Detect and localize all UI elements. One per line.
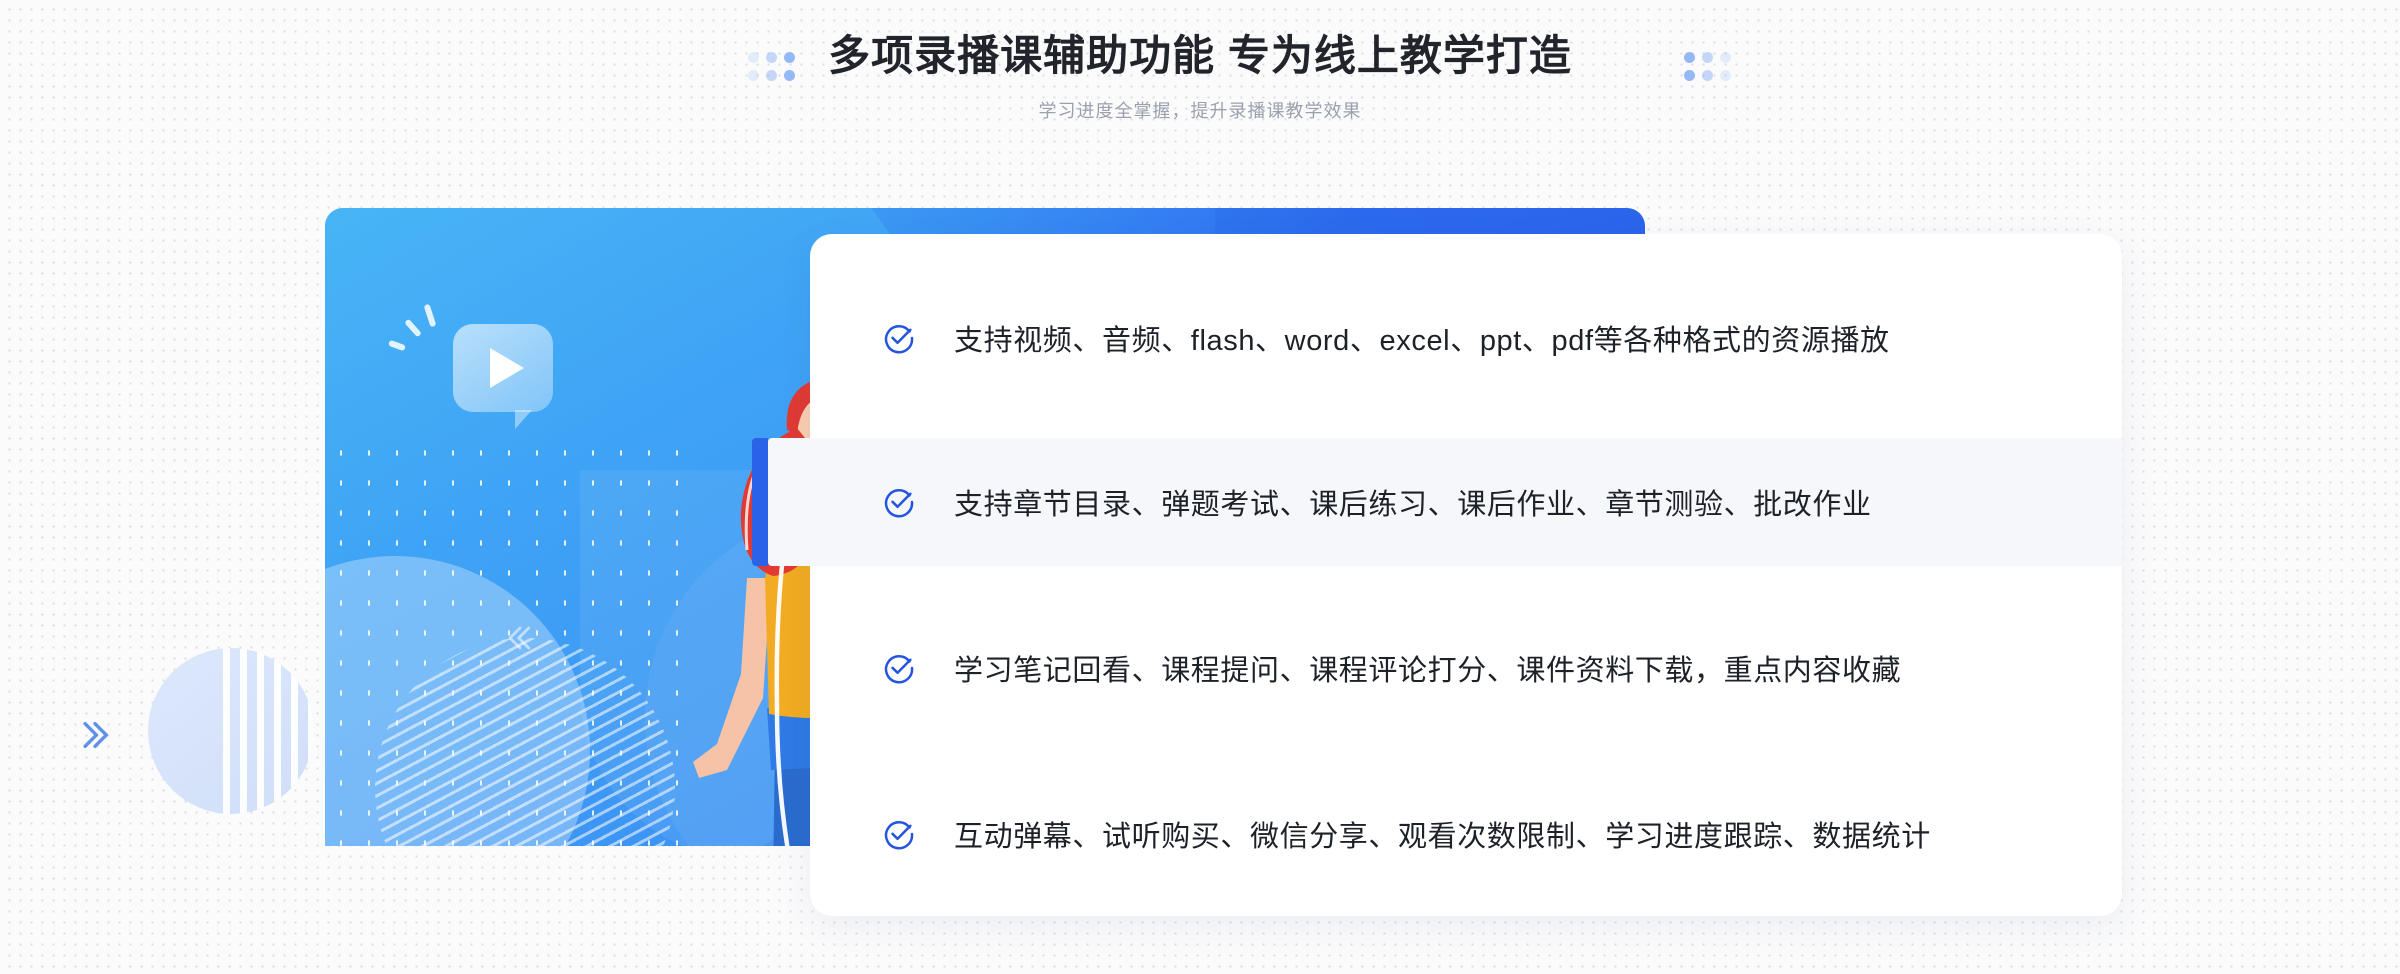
header: 多项录播课辅助功能 专为线上教学打造 学习进度全掌握，提升录播课教学效果: [0, 0, 2400, 123]
feature-row-2[interactable]: 支持章节目录、弹题考试、课后练习、课后作业、章节测验、批改作业: [752, 438, 2122, 566]
feature-row-text: 支持章节目录、弹题考试、课后练习、课后作业、章节测验、批改作业: [954, 489, 1872, 521]
feature-card: 支持视频、音频、flash、word、excel、ppt、pdf等各种格式的资源…: [752, 234, 2122, 916]
feature-row-text: 互动弹幕、试听购买、微信分享、观看次数限制、学习进度跟踪、数据统计: [954, 821, 1931, 853]
video-speech-bubble: [453, 324, 553, 429]
feature-list: 支持视频、音频、flash、word、excel、ppt、pdf等各种格式的资源…: [752, 234, 2122, 898]
feature-row-text: 支持视频、音频、flash、word、excel、ppt、pdf等各种格式的资源…: [954, 325, 1890, 357]
promo-banner: 多项录播课辅助功能 专为线上教学打造 学习进度全掌握，提升录播课教学效果 支持视…: [0, 0, 2400, 974]
feature-row-3[interactable]: 学习笔记回看、课程提问、课程评论打分、课件资料下载，重点内容收藏: [810, 604, 2122, 732]
page-title: 多项录播课辅助功能 专为线上教学打造: [828, 32, 1572, 79]
decorative-dot-grid-right: [1684, 52, 1731, 81]
decorative-striped-circle: [148, 648, 314, 814]
feature-row-text: 学习笔记回看、课程提问、课程评论打分、课件资料下载，重点内容收藏: [954, 655, 1902, 687]
dot: [1720, 52, 1731, 63]
check-circle-icon: [884, 821, 914, 850]
check-circle-icon: [884, 325, 914, 354]
dot: [748, 52, 759, 63]
feature-row-1[interactable]: 支持视频、音频、flash、word、excel、ppt、pdf等各种格式的资源…: [810, 274, 2122, 402]
dot: [1720, 70, 1731, 81]
feature-row-4[interactable]: 互动弹幕、试听购买、微信分享、观看次数限制、学习进度跟踪、数据统计: [810, 770, 2122, 898]
decorative-dot-grid-left: [748, 52, 795, 81]
dot: [784, 70, 795, 81]
dot: [1684, 52, 1695, 63]
page-subtitle: 学习进度全掌握，提升录播课教学效果: [1038, 100, 1362, 121]
double-chevron-right-icon: [83, 721, 109, 749]
play-icon: [490, 348, 524, 388]
dot: [1702, 52, 1713, 63]
dot: [766, 52, 777, 63]
dot: [784, 52, 795, 63]
dot: [766, 70, 777, 81]
dot: [748, 70, 759, 81]
dot: [1702, 70, 1713, 81]
dot: [1684, 70, 1695, 81]
stripe-pattern: [223, 648, 314, 814]
double-chevron-left-icon: [508, 626, 531, 650]
check-circle-icon: [884, 655, 914, 684]
check-circle-icon: [884, 489, 914, 518]
